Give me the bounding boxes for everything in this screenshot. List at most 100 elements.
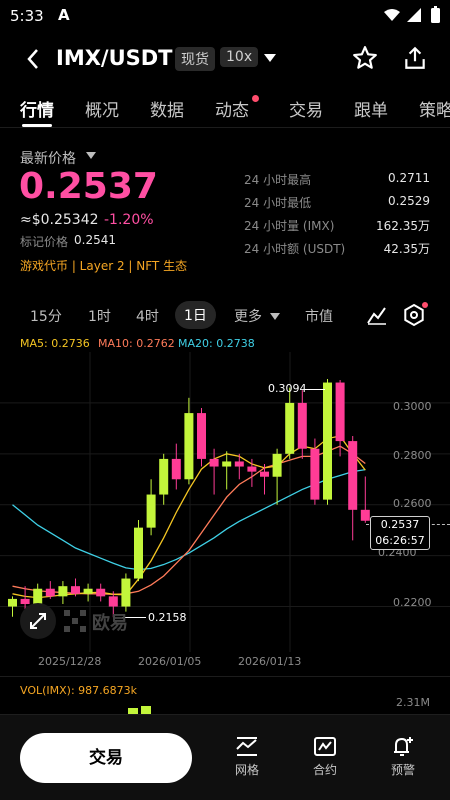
back-arrow-icon[interactable] — [26, 48, 40, 70]
indicator-icon[interactable] — [366, 305, 388, 325]
candle-body — [335, 382, 345, 442]
ma5-legend: MA5: 0.2736 — [20, 337, 90, 350]
status-bar: 5:33 A — [0, 0, 450, 32]
mark-price-label: 标记价格 — [20, 235, 69, 249]
contract-icon — [314, 737, 336, 756]
candle-body — [45, 588, 55, 597]
candle-body — [96, 588, 106, 597]
candle-body — [197, 413, 206, 459]
volume-bar — [141, 706, 151, 714]
signal-icon — [407, 8, 421, 22]
interval-4h[interactable]: 4时 — [136, 306, 159, 326]
candle-body — [71, 586, 80, 594]
current-price-tag[interactable]: 0.2537 06:26:57 — [370, 516, 430, 550]
candle-body — [360, 509, 370, 521]
price-change: -1.20% — [104, 212, 154, 228]
tab-strategy[interactable]: 策略 — [419, 96, 450, 121]
fullscreen-button[interactable] — [20, 603, 56, 639]
price-label[interactable]: 最新价格 — [20, 148, 76, 168]
tab-underline — [22, 124, 52, 127]
watermark: 欧易 — [92, 613, 128, 634]
volume-divider — [0, 676, 450, 677]
y-tick: 0.3000 — [393, 400, 432, 413]
candle-body — [260, 471, 269, 477]
category-tags[interactable]: 游戏代币 | Layer 2 | NFT 生态 — [20, 257, 187, 274]
x-tick: 2026/01/13 — [238, 655, 302, 668]
y-tick: 0.2800 — [393, 449, 432, 462]
news-dot-badge — [252, 95, 259, 102]
interval-mktcap[interactable]: 市值 — [305, 306, 333, 326]
stat-high: 24 小时最高 0.2711 — [244, 171, 430, 187]
y-tick: 0.2200 — [393, 596, 432, 609]
candle-body — [171, 458, 181, 480]
volume-label: VOL(IMX): 987.6873k — [20, 684, 138, 697]
contract-button[interactable]: 合约 — [300, 735, 350, 778]
candle-body — [310, 448, 320, 500]
tab-market[interactable]: 行情 — [20, 96, 54, 121]
settings-dot-badge — [422, 302, 428, 308]
alert-button[interactable]: 预警 — [378, 735, 428, 778]
contract-label: 合约 — [312, 763, 337, 777]
interval-15m[interactable]: 15分 — [30, 306, 62, 326]
leverage-badge[interactable]: 10x — [220, 47, 259, 67]
candle-body — [58, 586, 68, 597]
y-tick: 0.2600 — [393, 497, 432, 510]
grid-button[interactable]: 网格 — [222, 735, 272, 778]
candle-body — [184, 413, 194, 480]
candle-body — [297, 402, 307, 449]
pair-title[interactable]: IMX/USDT — [56, 46, 173, 70]
stat-volume: 24 小时量 (IMX) 162.35万 — [244, 219, 430, 233]
expand-icon — [30, 613, 46, 629]
candle-body — [234, 461, 244, 467]
price-label-dropdown-icon[interactable] — [86, 152, 96, 159]
candle-body — [285, 402, 295, 454]
status-time: 5:33 — [10, 7, 44, 25]
interval-1d[interactable]: 1日 — [175, 301, 216, 329]
tab-overview[interactable]: 概况 — [85, 96, 119, 121]
countdown: 06:26:57 — [375, 534, 425, 547]
high-marker-line — [305, 389, 325, 390]
candle-body — [8, 598, 17, 607]
interval-1h[interactable]: 1时 — [88, 306, 111, 326]
low-marker-label: 0.2158 — [148, 611, 187, 624]
alert-label: 预警 — [390, 763, 415, 777]
interval-more[interactable]: 更多 — [234, 306, 262, 326]
bell-plus-icon — [394, 737, 413, 756]
chevron-down-icon[interactable] — [264, 54, 276, 62]
tab-data[interactable]: 数据 — [150, 96, 184, 121]
candle-body — [134, 527, 143, 579]
wifi-icon — [384, 9, 400, 21]
ma10-legend: MA10: 0.2762 — [98, 337, 175, 350]
ma20-legend: MA20: 0.2738 — [178, 337, 255, 350]
candle-body — [146, 494, 156, 528]
volume-max-label: 2.31M — [396, 696, 430, 709]
candle-body — [222, 461, 232, 467]
share-icon[interactable] — [402, 45, 428, 71]
star-icon[interactable] — [352, 45, 378, 71]
nav-bar: IMX/USDT 现货 10x — [0, 36, 450, 82]
x-tick: 2025/12/28 — [38, 655, 102, 668]
stat-low: 24 小时最低 0.2529 — [244, 194, 430, 210]
x-tick: 2026/01/05 — [138, 655, 202, 668]
candle-body — [121, 578, 131, 607]
tab-trade[interactable]: 交易 — [289, 96, 323, 121]
candle-body — [348, 441, 358, 510]
trade-button[interactable]: 交易 — [20, 733, 192, 783]
battery-icon — [431, 6, 440, 23]
stat-turnover: 24 小时额 (USDT) 42.35万 — [244, 242, 430, 256]
bottom-action-bar: 交易 网格 合约 预警 — [0, 714, 450, 800]
candle-body — [209, 458, 219, 467]
tab-copy[interactable]: 跟单 — [354, 96, 388, 121]
current-price-value: 0.2537 — [380, 518, 420, 531]
candle-body — [247, 466, 257, 472]
grid-bot-icon — [236, 737, 257, 756]
more-dropdown-icon[interactable] — [270, 313, 280, 320]
market-badge: 现货 — [175, 47, 215, 71]
okx-logo-icon — [64, 610, 86, 632]
high-marker-label: 0.3094 — [268, 382, 307, 395]
tab-news[interactable]: 动态 — [215, 96, 249, 121]
candle-body — [159, 458, 169, 495]
last-price: 0.2537 — [19, 166, 158, 207]
candle-body — [33, 588, 43, 604]
candle-body — [83, 588, 93, 594]
